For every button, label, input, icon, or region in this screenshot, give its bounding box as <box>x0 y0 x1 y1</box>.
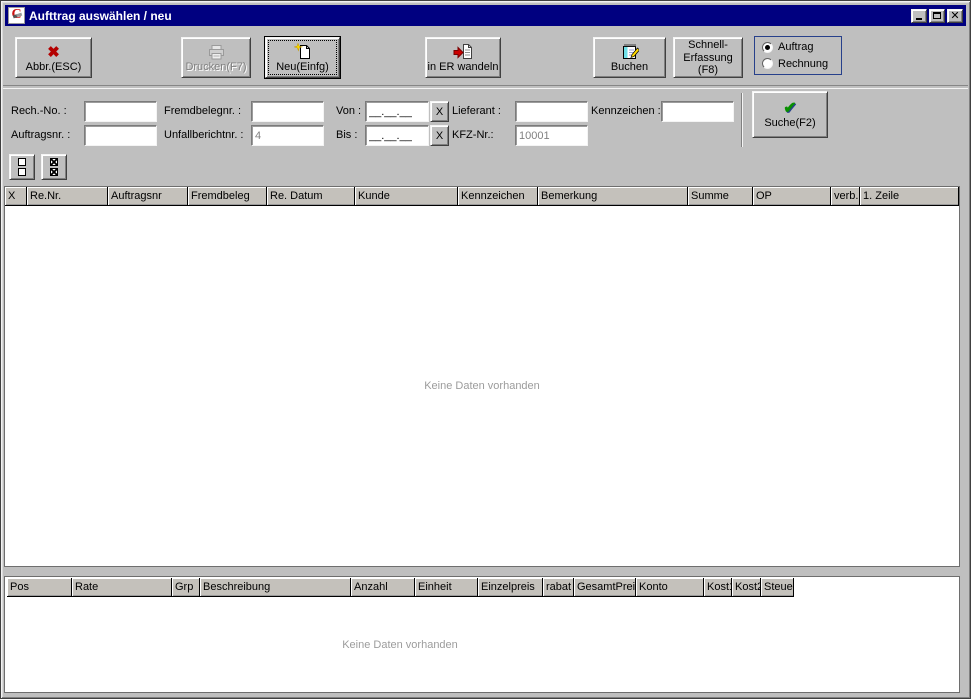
convert-to-er-button[interactable]: in ER wandeln <box>425 37 501 78</box>
minimize-icon <box>916 18 922 20</box>
positions-col-beschreibung[interactable]: Beschreibung <box>200 578 351 596</box>
book-button-label: Buchen <box>611 61 648 73</box>
select-all-button[interactable] <box>41 154 67 180</box>
orders-grid-header: X Re.Nr. Auftragsnr Fremdbeleg Re. Datum… <box>5 187 959 206</box>
radio-rechnung-label: Rechnung <box>778 58 828 70</box>
orders-col-fremdbeleg[interactable]: Fremdbeleg <box>188 187 267 205</box>
bis-label: Bis : <box>336 129 357 141</box>
orders-col-auftragsnr[interactable]: Auftragsnr <box>108 187 188 205</box>
close-button[interactable]: ✕ <box>947 9 963 23</box>
orders-col-bemerkung[interactable]: Bemerkung <box>538 187 688 205</box>
orders-col-kunde[interactable]: Kunde <box>355 187 458 205</box>
green-check-icon: ✔ <box>783 101 796 116</box>
clear-von-button[interactable]: X <box>430 101 449 122</box>
convert-document-arrow-icon <box>453 44 474 60</box>
positions-col-gesamtpreis[interactable]: GesamtPreis <box>574 578 636 596</box>
kfz-nr-input <box>515 125 588 146</box>
kfz-nr-label: KFZ-Nr.: <box>452 129 494 141</box>
positions-col-grp[interactable]: Grp <box>172 578 200 596</box>
radio-option-auftrag[interactable]: Auftrag <box>762 41 841 53</box>
orders-empty-message: Keine Daten vorhanden <box>5 380 959 392</box>
kennzeichen-label: Kennzeichen : <box>591 105 661 117</box>
von-date-input[interactable] <box>365 101 429 122</box>
document-type-radio-group: Auftrag Rechnung <box>754 36 842 75</box>
unchecked-boxes-icon <box>18 158 26 176</box>
dialog-window: C Aufttrag auswählen / neu ✕ ✖ Abbr.(ESC… <box>0 0 971 699</box>
positions-col-anzahl[interactable]: Anzahl <box>351 578 415 596</box>
print-button: Drucken(F7) <box>181 37 251 78</box>
orders-col-renr[interactable]: Re.Nr. <box>27 187 108 205</box>
von-label: Von : <box>336 105 361 117</box>
radio-rechnung-icon <box>762 58 773 69</box>
radio-option-rechnung[interactable]: Rechnung <box>762 58 841 70</box>
checked-boxes-icon <box>50 158 58 176</box>
positions-col-pos[interactable]: Pos <box>7 578 72 596</box>
orders-grid: X Re.Nr. Auftragsnr Fremdbeleg Re. Datum… <box>4 186 960 567</box>
orders-col-redatum[interactable]: Re. Datum <box>267 187 355 205</box>
printer-icon <box>208 45 225 60</box>
clear-bis-button[interactable]: X <box>430 125 449 146</box>
orders-col-erste-zeile[interactable]: 1. Zeile <box>860 187 959 205</box>
lieferant-label: Lieferant : <box>452 105 501 117</box>
auftragsnr-input[interactable] <box>84 125 157 146</box>
orders-col-kennzeichen[interactable]: Kennzeichen <box>458 187 538 205</box>
title-bar: C Aufttrag auswählen / neu ✕ <box>5 5 966 26</box>
orders-col-op[interactable]: OP <box>753 187 831 205</box>
print-button-label: Drucken(F7) <box>185 61 246 73</box>
fremdbelegnr-input[interactable] <box>251 101 324 122</box>
app-icon: C <box>8 7 25 24</box>
positions-grid-header: Pos Rate Grp Beschreibung Anzahl Einheit… <box>7 578 794 597</box>
maximize-button[interactable] <box>929 9 945 23</box>
positions-col-kost2[interactable]: Kost2 <box>732 578 761 596</box>
search-button-label: Suche(F2) <box>764 117 815 129</box>
rech-no-label: Rech.-No. : <box>11 105 67 117</box>
new-document-icon <box>294 43 312 60</box>
minimize-button[interactable] <box>911 9 927 23</box>
rech-no-input[interactable] <box>84 101 157 122</box>
clear-von-label: X <box>436 106 443 118</box>
new-button[interactable]: Neu(Einfg) <box>265 37 340 78</box>
convert-button-label: in ER wandeln <box>428 61 499 73</box>
radio-auftrag-icon <box>762 42 773 53</box>
search-button[interactable]: ✔ Suche(F2) <box>752 91 828 138</box>
clear-bis-label: X <box>436 130 443 142</box>
unfallberichtnr-label: Unfallberichtnr. : <box>164 129 243 141</box>
orders-col-summe[interactable]: Summe <box>688 187 753 205</box>
quick-entry-button[interactable]: Schnell- Erfassung (F8) <box>673 37 743 78</box>
window-title: Aufttrag auswählen / neu <box>29 9 172 23</box>
abort-button-label: Abbr.(ESC) <box>26 61 82 73</box>
unfallberichtnr-input <box>251 125 324 146</box>
close-icon: ✕ <box>950 11 959 21</box>
orders-col-verb[interactable]: verb. <box>831 187 860 205</box>
positions-grid: Pos Rate Grp Beschreibung Anzahl Einheit… <box>4 576 960 693</box>
kennzeichen-input[interactable] <box>661 101 734 122</box>
toolbar-divider <box>3 85 968 89</box>
positions-col-kost1[interactable]: Kost1 <box>704 578 732 596</box>
quick-entry-label-line2: Erfassung (F8) <box>674 52 742 76</box>
positions-col-einzelpreis[interactable]: Einzelpreis <box>478 578 543 596</box>
positions-empty-message: Keine Daten vorhanden <box>5 639 795 651</box>
fremdbelegnr-label: Fremdbelegnr. : <box>164 105 241 117</box>
maximize-icon <box>933 12 941 19</box>
book-button[interactable]: Buchen <box>593 37 666 78</box>
window-controls: ✕ <box>911 9 963 23</box>
positions-col-einheit[interactable]: Einheit <box>415 578 478 596</box>
positions-col-steuer[interactable]: Steuer <box>761 578 794 596</box>
lieferant-input[interactable] <box>515 101 588 122</box>
positions-col-rate[interactable]: Rate <box>72 578 172 596</box>
auftragsnr-label: Auftragsnr. : <box>11 129 70 141</box>
positions-col-konto[interactable]: Konto <box>636 578 704 596</box>
red-cross-icon: ✖ <box>47 45 60 60</box>
orders-col-x[interactable]: X <box>5 187 27 205</box>
bis-date-input[interactable] <box>365 125 429 146</box>
positions-col-rabat[interactable]: rabat <box>543 578 574 596</box>
radio-auftrag-label: Auftrag <box>778 41 813 53</box>
notepad-pencil-icon <box>621 43 639 60</box>
new-button-label: Neu(Einfg) <box>276 61 329 73</box>
abort-button[interactable]: ✖ Abbr.(ESC) <box>15 37 92 78</box>
deselect-all-button[interactable] <box>9 154 35 180</box>
quick-entry-label-line1: Schnell- <box>688 39 728 51</box>
filter-search-separator <box>741 93 743 147</box>
